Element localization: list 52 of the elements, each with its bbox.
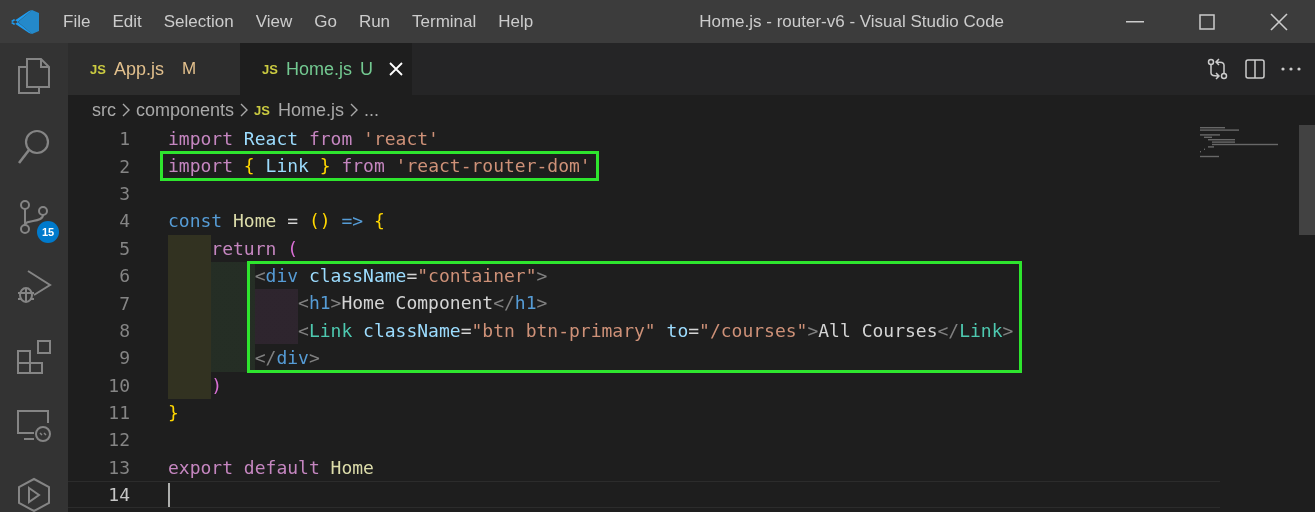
close-icon[interactable] [388, 62, 403, 76]
editor-tab[interactable]: JS Home.js U [240, 43, 412, 95]
code-line: import React from 'react' [168, 127, 439, 151]
menu-item[interactable]: View [244, 5, 304, 38]
run-debug-icon[interactable] [16, 269, 52, 305]
line-number: 13 [107, 456, 130, 478]
line-number: 7 [118, 292, 130, 314]
code-line: export default Home [168, 455, 374, 480]
chevron-icon [122, 103, 130, 117]
code-line: import { Link } from 'react-router-dom' [168, 154, 591, 179]
line-number: 6 [118, 265, 130, 287]
extensions-icon[interactable] [16, 339, 52, 375]
menu-item[interactable]: Selection [152, 5, 245, 38]
files-icon[interactable] [17, 57, 51, 95]
line-number: 5 [118, 237, 130, 259]
menu-item[interactable]: Terminal [401, 5, 488, 38]
count-badge: 15 [37, 221, 59, 243]
search-icon[interactable] [17, 129, 51, 165]
line-number: 14 [107, 484, 130, 506]
window-title: Home.js - router-v6 - Visual Studio Code [698, 11, 1006, 32]
menu-item[interactable]: Run [347, 5, 402, 38]
line-number: 2 [118, 155, 130, 177]
line-number: 3 [118, 182, 130, 204]
code-line: } [168, 400, 179, 425]
breadcrumb-item[interactable]: Home.js [277, 99, 344, 121]
menu-item[interactable]: Go [303, 5, 348, 38]
chevron-icon [350, 103, 358, 117]
text-cursor [168, 482, 170, 507]
menu-item[interactable]: Edit [101, 5, 153, 38]
code-line: const Home = () => { [168, 209, 385, 234]
line-number: 10 [107, 374, 130, 396]
monitor-icon[interactable] [16, 409, 52, 443]
line-number: 8 [118, 319, 130, 341]
compare-changes-icon[interactable] [1207, 58, 1229, 80]
scrollbar[interactable] [1299, 125, 1315, 235]
menu-item[interactable]: Help [487, 5, 545, 38]
cube-icon[interactable] [17, 477, 51, 512]
line-number: 1 [118, 128, 130, 150]
line-number: 12 [107, 429, 130, 451]
split-editor-icon[interactable] [1245, 59, 1265, 79]
line-number: 4 [118, 210, 130, 232]
file-type-icon: JS [254, 102, 270, 118]
breadcrumb-item[interactable]: src [92, 99, 116, 121]
line-number: 9 [118, 347, 130, 369]
more-icon[interactable] [1281, 67, 1301, 71]
editor-tab[interactable]: JS App.js M [68, 43, 240, 95]
app-logo-icon [10, 8, 40, 35]
line-number: 11 [107, 402, 130, 424]
menu-item[interactable]: File [52, 5, 102, 38]
breadcrumb-item[interactable]: ... [364, 99, 379, 121]
chevron-icon [240, 103, 249, 117]
breadcrumb-item[interactable]: components [136, 99, 235, 121]
